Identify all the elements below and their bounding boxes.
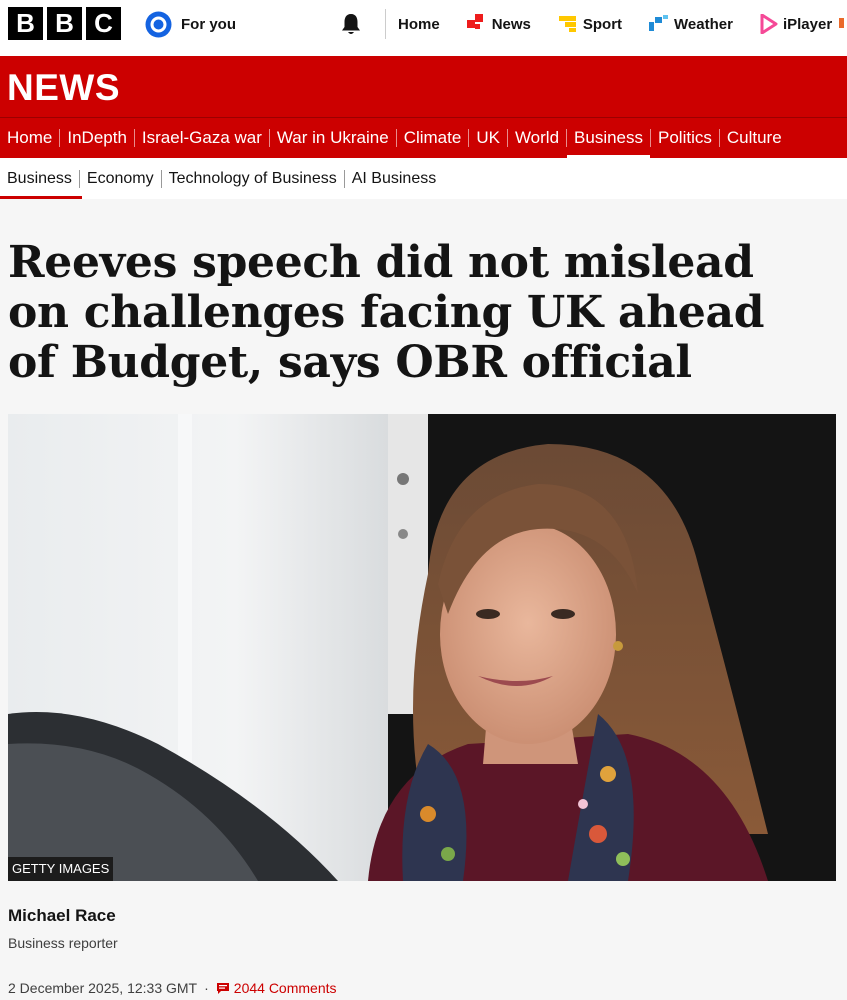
global-nav-news-label: News <box>491 15 531 33</box>
global-nav-weather[interactable]: Weather <box>649 14 733 34</box>
news-banner: NEWS Home InDepth Israel-Gaza war War in… <box>0 56 847 158</box>
news-nav-politics[interactable]: Politics <box>651 118 719 158</box>
article-meta: 2 December 2025, 12:33 GMT · 2044 Commen… <box>8 980 337 996</box>
news-nav-israel-gaza-war[interactable]: Israel-Gaza war <box>135 118 269 158</box>
news-nav-business[interactable]: Business <box>567 118 651 158</box>
news-nav-climate[interactable]: Climate <box>397 118 469 158</box>
article-hero-image: GETTY IMAGES <box>8 414 836 881</box>
sub-nav-ai-business[interactable]: AI Business <box>345 158 443 199</box>
global-nav-sport[interactable]: Sport <box>558 14 622 34</box>
global-nav: Home News Sport Weather iPlayer <box>398 12 847 36</box>
account-icon <box>145 11 172 37</box>
logo-letter-b2: B <box>47 7 82 40</box>
news-nav-war-in-ukraine[interactable]: War in Ukraine <box>270 118 396 158</box>
author-role: Business reporter <box>8 935 118 951</box>
comment-icon <box>216 982 229 994</box>
global-nav-news[interactable]: News <box>466 14 531 34</box>
sub-nav-business[interactable]: Business <box>0 158 82 199</box>
logo-letter-b1: B <box>8 7 43 40</box>
news-main-nav: Home InDepth Israel-Gaza war War in Ukra… <box>0 118 789 158</box>
news-nav-culture[interactable]: Culture <box>720 118 789 158</box>
news-nav-indepth[interactable]: InDepth <box>60 118 134 158</box>
comments-count: 2044 Comments <box>233 980 337 996</box>
news-nav-world[interactable]: World <box>508 118 566 158</box>
news-title[interactable]: NEWS <box>7 67 120 109</box>
sub-nav-economy[interactable]: Economy <box>80 158 161 199</box>
business-sub-nav: Business Economy Technology of Business … <box>0 158 847 199</box>
article-timestamp: 2 December 2025, 12:33 GMT <box>8 980 198 996</box>
comments-link[interactable]: 2044 Comments <box>216 980 337 996</box>
logo-letter-c: C <box>86 7 121 40</box>
image-credit: GETTY IMAGES <box>8 857 114 881</box>
notifications-bell-icon[interactable] <box>340 12 362 36</box>
weather-icon <box>649 15 669 31</box>
news-nav-uk[interactable]: UK <box>469 118 507 158</box>
sport-icon <box>558 16 576 32</box>
for-you-label: For you <box>181 15 236 33</box>
global-nav-sport-label: Sport <box>582 15 623 33</box>
meta-separator: · <box>204 980 209 996</box>
header-divider <box>385 9 386 39</box>
iplayer-icon <box>760 14 778 34</box>
for-you-button[interactable]: For you <box>145 11 236 37</box>
global-nav-home-label: Home <box>398 15 440 33</box>
global-nav-iplayer[interactable]: iPlayer <box>760 14 832 34</box>
global-nav-overflow-icon <box>839 18 844 28</box>
global-nav-home[interactable]: Home <box>398 16 440 33</box>
news-nav-home[interactable]: Home <box>0 118 59 158</box>
global-header: B B C For you Home News Sport Weather iP… <box>0 0 847 56</box>
author-name: Michael Race <box>8 906 116 925</box>
sub-nav-technology-of-business[interactable]: Technology of Business <box>162 158 344 199</box>
bbc-logo[interactable]: B B C <box>8 7 121 40</box>
global-nav-iplayer-label: iPlayer <box>782 15 833 33</box>
news-icon <box>466 14 483 29</box>
article-headline: Reeves speech did not mislead on challen… <box>8 237 765 388</box>
global-nav-weather-label: Weather <box>674 15 733 33</box>
hero-photo <box>8 414 836 881</box>
